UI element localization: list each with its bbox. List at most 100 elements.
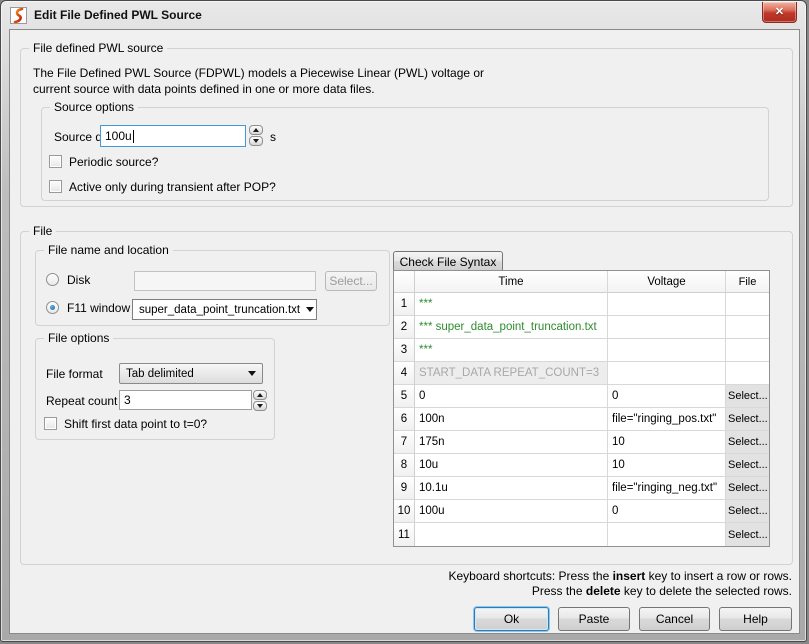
description-line-2: current source with data points defined … — [33, 81, 484, 97]
fdpwl-description: The File Defined PWL Source (FDPWL) mode… — [33, 65, 484, 97]
group-file-defined-pwl-source: File defined PWL source The File Defined… — [20, 48, 793, 207]
table-row: 9 10.1u file="ringing_neg.txt" Select... — [394, 477, 769, 500]
shift-first-point-checkbox[interactable] — [44, 417, 57, 430]
row-number[interactable]: 8 — [394, 454, 415, 477]
cell-file-select-button[interactable]: Select... — [726, 500, 769, 523]
cell-time[interactable]: START_DATA REPEAT_COUNT=3 — [415, 362, 608, 385]
cell-time[interactable]: 100u — [415, 500, 608, 523]
shift-first-point-label[interactable]: Shift first data point to t=0? — [64, 417, 207, 431]
repeat-count-label: Repeat count — [46, 394, 117, 408]
disk-select-button[interactable]: Select... — [325, 271, 377, 291]
row-number[interactable]: 10 — [394, 500, 415, 523]
spin-up-button[interactable] — [253, 390, 267, 400]
check-file-syntax-button[interactable]: Check File Syntax — [393, 251, 503, 272]
active-pop-checkbox[interactable] — [49, 180, 62, 193]
cell-file-select-button[interactable]: Select... — [726, 408, 769, 431]
time-column-header[interactable]: Time — [415, 271, 608, 293]
group-title: File — [29, 224, 56, 238]
file-format-dropdown-value: Tab delimited — [126, 368, 194, 380]
description-line-1: The File Defined PWL Source (FDPWL) mode… — [33, 65, 484, 81]
cell-voltage[interactable] — [608, 316, 726, 339]
cell-time[interactable]: *** — [415, 339, 608, 362]
row-number[interactable]: 11 — [394, 523, 415, 546]
group-file-name-location: File name and location Disk Select... F1… — [35, 250, 390, 326]
row-number[interactable]: 2 — [394, 316, 415, 339]
source-delay-spinner — [249, 125, 263, 146]
cell-file-select-button[interactable]: Select... — [726, 477, 769, 500]
cell-voltage[interactable] — [608, 523, 726, 546]
title-bar[interactable]: Edit File Defined PWL Source ✕ — [1, 1, 806, 29]
file-format-dropdown[interactable]: Tab delimited — [119, 363, 263, 384]
cell-file[interactable] — [726, 293, 769, 316]
source-delay-input[interactable]: 100u — [100, 125, 246, 147]
table-row: 1 *** — [394, 293, 769, 316]
periodic-source-checkbox[interactable] — [49, 155, 62, 168]
corner-header-cell[interactable] — [394, 271, 415, 293]
disk-radio[interactable] — [46, 273, 59, 286]
cell-time[interactable]: *** — [415, 293, 608, 316]
cell-file-select-button[interactable]: Select... — [726, 454, 769, 477]
cell-voltage[interactable]: 0 — [608, 385, 726, 408]
paste-button[interactable]: Paste — [558, 607, 630, 631]
group-title: File options — [44, 331, 113, 345]
cell-file[interactable] — [726, 316, 769, 339]
cell-voltage[interactable] — [608, 339, 726, 362]
cell-voltage[interactable]: 0 — [608, 500, 726, 523]
spin-up-button[interactable] — [249, 125, 263, 135]
disk-path-input[interactable] — [134, 271, 316, 291]
repeat-count-input[interactable]: 3 — [119, 390, 252, 410]
cell-voltage[interactable]: 10 — [608, 454, 726, 477]
cancel-button[interactable]: Cancel — [639, 607, 710, 631]
table-row: 6 100n file="ringing_pos.txt" Select... — [394, 408, 769, 431]
cell-file[interactable] — [726, 339, 769, 362]
periodic-source-label[interactable]: Periodic source? — [69, 155, 158, 169]
row-number[interactable]: 3 — [394, 339, 415, 362]
f11-window-radio[interactable] — [46, 301, 59, 314]
disk-radio-label[interactable]: Disk — [67, 273, 90, 287]
row-number[interactable]: 9 — [394, 477, 415, 500]
cell-voltage[interactable]: 10 — [608, 431, 726, 454]
table-row: 10 100u 0 Select... — [394, 500, 769, 523]
f11-file-dropdown-value: super_data_point_truncation.txt — [139, 304, 300, 316]
keyboard-shortcuts-note: Keyboard shortcuts: Press the insert key… — [449, 569, 793, 599]
cell-file-select-button[interactable]: Select... — [726, 385, 769, 408]
cell-time[interactable]: 0 — [415, 385, 608, 408]
cell-time[interactable]: 175n — [415, 431, 608, 454]
chevron-down-icon — [248, 371, 256, 376]
f11-file-dropdown[interactable]: super_data_point_truncation.txt — [132, 299, 317, 320]
dialog-client-area: File defined PWL source The File Defined… — [9, 29, 800, 634]
spin-down-button[interactable] — [253, 401, 267, 411]
table-row: 5 0 0 Select... — [394, 385, 769, 408]
cell-time[interactable]: *** super_data_point_truncation.txt — [415, 316, 608, 339]
close-button[interactable]: ✕ — [762, 2, 797, 23]
voltage-column-header[interactable]: Voltage — [608, 271, 726, 293]
cell-time[interactable]: 10u — [415, 454, 608, 477]
file-column-header[interactable]: File — [726, 271, 769, 293]
cell-voltage[interactable]: file="ringing_pos.txt" — [608, 408, 726, 431]
row-number[interactable]: 1 — [394, 293, 415, 316]
file-format-label: File format — [46, 367, 103, 381]
cell-file-select-button[interactable]: Select... — [726, 523, 769, 546]
cell-file-select-button[interactable]: Select... — [726, 431, 769, 454]
row-number[interactable]: 4 — [394, 362, 415, 385]
down-arrow-icon — [253, 139, 259, 143]
cell-time[interactable]: 100n — [415, 408, 608, 431]
cell-file[interactable] — [726, 362, 769, 385]
cell-voltage[interactable]: file="ringing_neg.txt" — [608, 477, 726, 500]
group-title: Source options — [50, 100, 138, 114]
row-number[interactable]: 5 — [394, 385, 415, 408]
table-row: 8 10u 10 Select... — [394, 454, 769, 477]
source-delay-unit: s — [270, 130, 276, 144]
cell-voltage[interactable] — [608, 362, 726, 385]
help-button[interactable]: Help — [719, 607, 792, 631]
active-pop-label[interactable]: Active only during transient after POP? — [69, 180, 276, 194]
cell-voltage[interactable] — [608, 293, 726, 316]
spin-down-button[interactable] — [249, 136, 263, 146]
row-number[interactable]: 6 — [394, 408, 415, 431]
cell-time[interactable] — [415, 523, 608, 546]
repeat-count-value: 3 — [124, 393, 131, 407]
ok-button[interactable]: Ok — [474, 607, 549, 631]
f11-window-radio-label[interactable]: F11 window — [67, 301, 130, 315]
row-number[interactable]: 7 — [394, 431, 415, 454]
cell-time[interactable]: 10.1u — [415, 477, 608, 500]
